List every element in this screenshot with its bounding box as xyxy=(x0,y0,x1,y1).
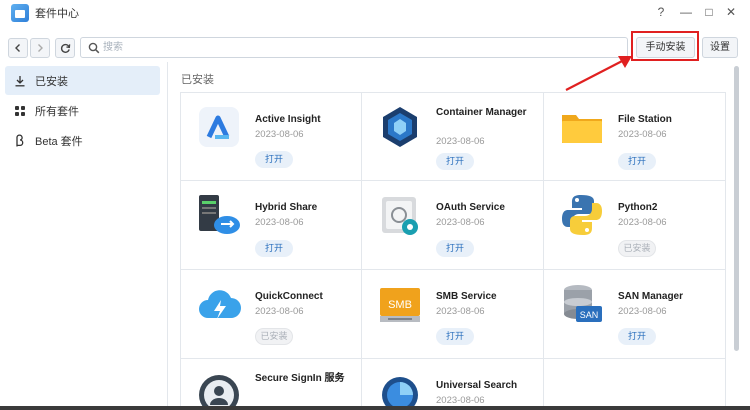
settings-button[interactable]: 设置 xyxy=(702,37,738,58)
container-manager-icon xyxy=(378,105,422,149)
package-card[interactable]: Container Manager 2023-08-06 打开 xyxy=(362,92,544,181)
package-date: 2023-08-06 xyxy=(255,217,304,228)
open-button[interactable]: 打开 xyxy=(436,153,474,170)
package-date: 2023-08-06 xyxy=(436,395,485,406)
sidebar-item-label: Beta 套件 xyxy=(35,135,83,148)
minimize-button[interactable]: — xyxy=(677,3,695,21)
section-title: 已安装 xyxy=(181,74,214,86)
open-button[interactable]: 打开 xyxy=(436,328,474,345)
open-button[interactable]: 打开 xyxy=(255,240,293,257)
package-center-icon xyxy=(11,4,29,22)
package-card[interactable]: Hybrid Share 2023-08-06 打开 xyxy=(180,181,362,270)
python-icon xyxy=(560,193,604,237)
chevron-left-icon xyxy=(15,44,20,52)
chevron-right-icon xyxy=(38,44,43,52)
package-card[interactable]: QuickConnect 2023-08-06 已安装 xyxy=(180,270,362,359)
package-date: 2023-08-06 xyxy=(618,217,667,228)
download-icon xyxy=(5,75,35,87)
open-button[interactable]: 打开 xyxy=(618,328,656,345)
sidebar-item-beta-packages[interactable]: Beta 套件 xyxy=(5,126,160,155)
package-name: SMB Service xyxy=(436,291,497,302)
package-card[interactable]: Python2 2023-08-06 已安装 xyxy=(544,181,726,270)
package-name: Container Manager xyxy=(436,107,527,118)
package-date: 2023-08-06 xyxy=(618,129,667,140)
sidebar-item-installed[interactable]: 已安装 xyxy=(5,66,160,95)
package-date: 2023-08-06 xyxy=(436,217,485,228)
san-manager-icon: SAN xyxy=(560,282,604,326)
window-title: 套件中心 xyxy=(35,8,79,20)
empty-card xyxy=(544,359,726,410)
open-button[interactable]: 打开 xyxy=(618,153,656,170)
help-button[interactable]: ? xyxy=(652,3,670,21)
package-card[interactable]: SAN SAN Manager 2023-08-06 打开 xyxy=(544,270,726,359)
grid-icon xyxy=(5,105,35,117)
package-card[interactable]: Universal Search 2023-08-06 xyxy=(362,359,544,410)
search-field[interactable] xyxy=(80,37,628,58)
oauth-service-icon xyxy=(378,193,422,237)
sidebar-item-all-packages[interactable]: 所有套件 xyxy=(5,96,160,125)
package-name: Universal Search xyxy=(436,380,518,391)
universal-search-icon xyxy=(378,371,422,410)
installed-button: 已安装 xyxy=(618,240,656,257)
package-card[interactable]: Secure SignIn 服务 xyxy=(180,359,362,410)
beta-icon xyxy=(5,134,35,147)
package-date: 2023-08-06 xyxy=(255,129,304,140)
package-card[interactable]: OAuth Service 2023-08-06 打开 xyxy=(362,181,544,270)
sidebar-item-label: 所有套件 xyxy=(35,105,79,118)
search-icon xyxy=(88,42,100,54)
taskbar-edge xyxy=(0,406,750,410)
close-button[interactable]: ✕ xyxy=(722,3,740,21)
smb-icon-label: SMB xyxy=(388,299,412,311)
package-name: QuickConnect xyxy=(255,291,323,302)
search-input[interactable] xyxy=(103,40,623,55)
smb-service-icon: SMB xyxy=(378,282,422,326)
quickconnect-icon xyxy=(197,282,241,326)
package-name: Hybrid Share xyxy=(255,202,318,213)
scrollbar[interactable] xyxy=(734,66,739,351)
package-name: OAuth Service xyxy=(436,202,505,213)
package-date: 2023-08-06 xyxy=(255,306,304,317)
package-card[interactable]: SMB SMB Service 2023-08-06 打开 xyxy=(362,270,544,359)
open-button[interactable]: 打开 xyxy=(255,151,293,168)
open-button[interactable]: 打开 xyxy=(436,240,474,257)
active-insight-icon xyxy=(197,105,241,149)
annotation-arrow xyxy=(565,56,632,91)
sidebar: 已安装 所有套件 Beta 套件 xyxy=(0,62,168,410)
installed-button: 已安装 xyxy=(255,328,293,345)
secure-signin-icon xyxy=(197,371,241,410)
file-station-icon xyxy=(560,105,604,149)
package-card[interactable]: Active Insight 2023-08-06 打开 xyxy=(180,92,362,181)
package-card[interactable]: File Station 2023-08-06 打开 xyxy=(544,92,726,181)
package-date: 2023-08-06 xyxy=(436,306,485,317)
hybrid-share-icon xyxy=(197,193,241,237)
forward-button[interactable] xyxy=(30,38,50,58)
package-date: 2023-08-06 xyxy=(618,306,667,317)
refresh-button[interactable] xyxy=(55,38,75,58)
maximize-button[interactable]: □ xyxy=(700,3,718,21)
package-name: Active Insight xyxy=(255,114,321,125)
annotation-highlight-box xyxy=(631,31,699,61)
refresh-icon xyxy=(60,43,70,53)
sidebar-item-label: 已安装 xyxy=(35,75,68,88)
package-name: SAN Manager xyxy=(618,291,684,302)
package-date: 2023-08-06 xyxy=(436,136,485,147)
back-button[interactable] xyxy=(8,38,28,58)
package-name: Python2 xyxy=(618,202,658,213)
title-bar: 套件中心 ? — □ ✕ xyxy=(0,0,750,26)
package-name: File Station xyxy=(618,114,672,125)
package-name: Secure SignIn 服务 xyxy=(255,373,345,384)
san-icon-label: SAN xyxy=(580,310,599,320)
